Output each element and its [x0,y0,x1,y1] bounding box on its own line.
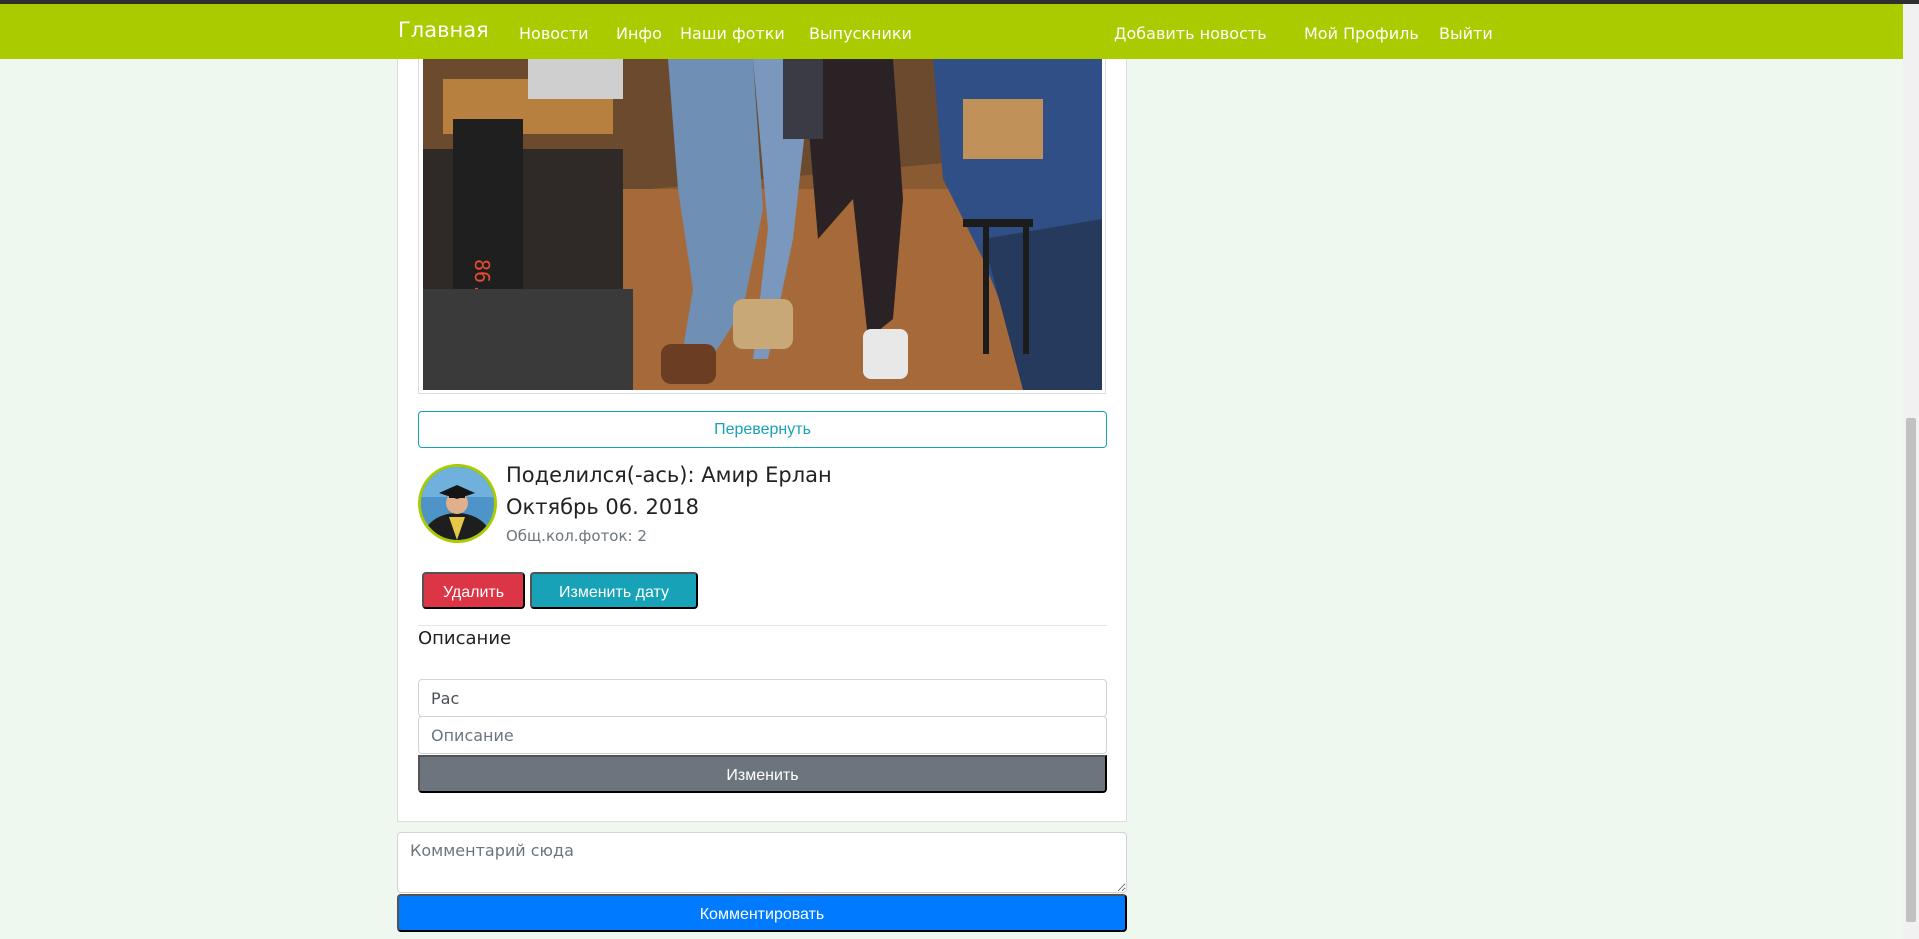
submit-comment-button[interactable]: Комментировать [397,894,1127,932]
comment-textarea[interactable] [397,832,1127,893]
edit-button[interactable]: Изменить [418,755,1107,793]
shared-by-text: Поделился(-ась): Амир Ерлан [506,463,832,487]
uploader-avatar[interactable] [418,464,497,543]
rotate-button[interactable]: Перевернуть [418,411,1107,448]
change-date-button[interactable]: Изменить дату [530,572,698,609]
page-scrollbar-thumb[interactable] [1906,418,1916,922]
nav-link-news[interactable]: Новости [519,24,589,43]
nav-link-our-photos[interactable]: Наши фотки [680,24,785,43]
description-heading: Описание [418,628,512,649]
title-input[interactable] [418,679,1107,717]
shared-photo: 86.11 [423,59,1102,390]
top-navbar: Главная Новости Инфо Наши фотки Выпускни… [0,4,1903,59]
nav-link-logout[interactable]: Выйти [1439,24,1493,43]
nav-link-info[interactable]: Инфо [616,24,662,43]
nav-link-add-news[interactable]: Добавить новость [1114,24,1267,43]
divider [418,625,1107,626]
nav-link-my-profile[interactable]: Мой Профиль [1304,24,1419,43]
description-input[interactable] [418,716,1107,754]
nav-brand-home[interactable]: Главная [398,18,489,42]
photo-count: Общ.кол.фоток: 2 [506,527,647,545]
nav-link-graduates[interactable]: Выпускники [809,24,912,43]
delete-button[interactable]: Удалить [422,572,525,609]
share-date: Октябрь 06. 2018 [506,495,699,519]
